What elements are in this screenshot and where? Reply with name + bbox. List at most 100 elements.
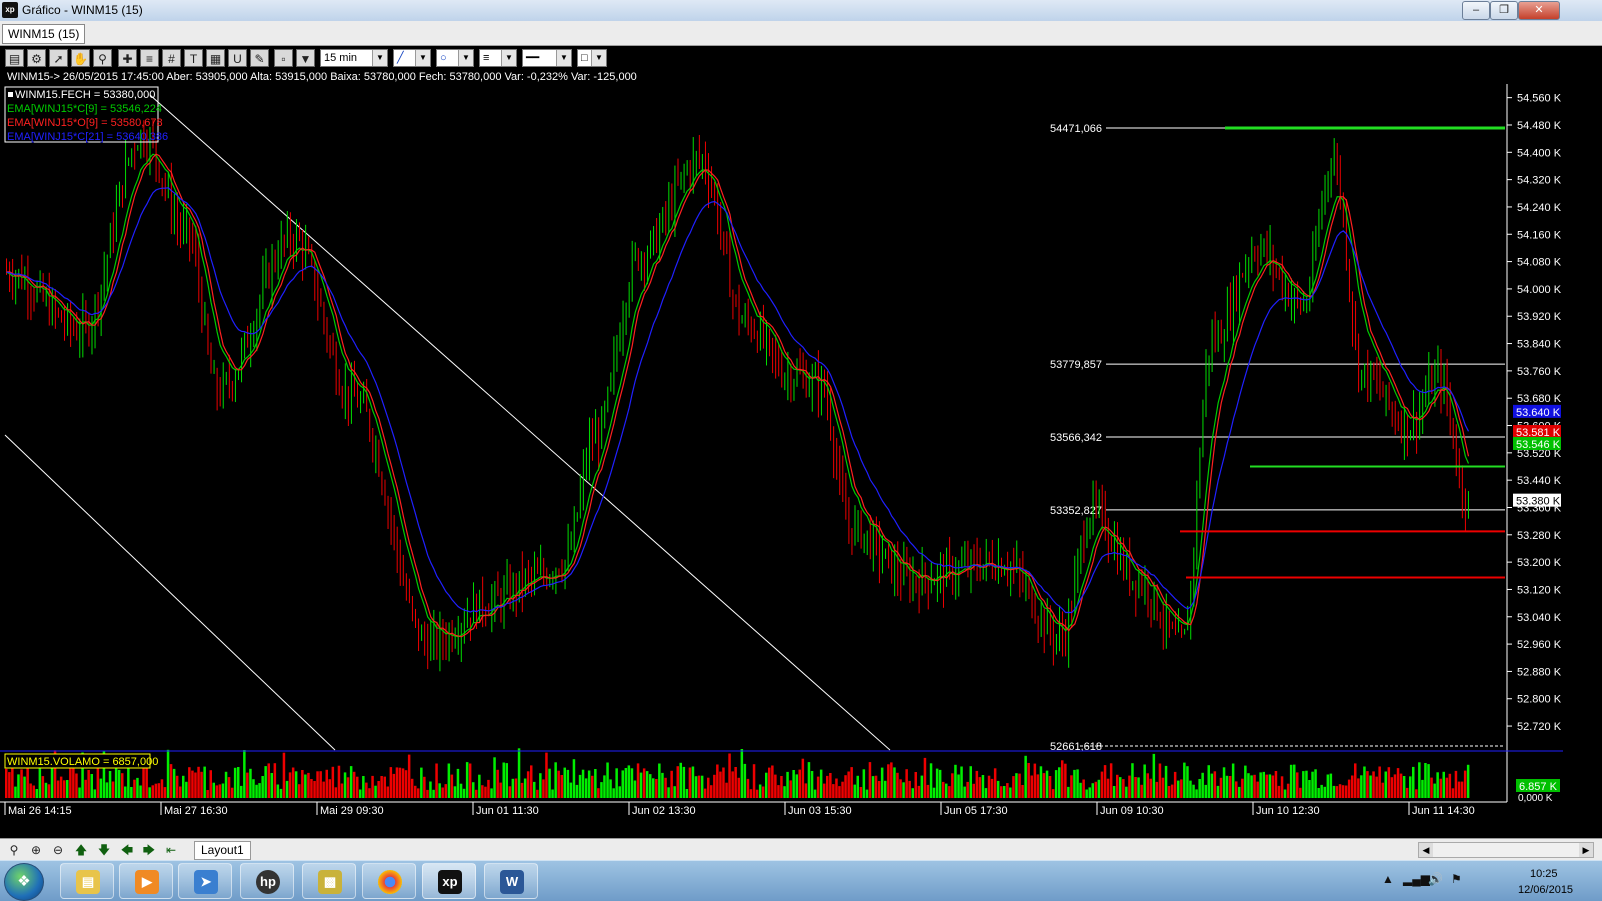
price-chart[interactable]: 54471,06653779,85753566,34253352,8275266… <box>0 0 1602 838</box>
volume-bar <box>114 765 118 798</box>
taskbar-app[interactable]: ▩ <box>302 863 356 899</box>
volume-bar <box>374 785 377 798</box>
arrow-left-icon[interactable]: 🡄 <box>118 842 136 858</box>
volume-bar <box>63 780 66 798</box>
volume-bar <box>597 788 600 798</box>
volume-bar <box>35 789 38 798</box>
scroll-left-icon[interactable]: ◀ <box>1419 843 1433 857</box>
volume-bar <box>569 782 573 798</box>
volume-bar <box>185 781 188 798</box>
taskbar-word[interactable]: W <box>484 863 538 899</box>
zoom-in-icon[interactable]: ⊕ <box>27 842 45 858</box>
tray-expand-icon[interactable]: ▲ <box>1382 872 1394 886</box>
volume-bar <box>1381 782 1384 798</box>
volume-bar <box>902 782 905 798</box>
volume-bar <box>1210 773 1214 798</box>
volume-bar <box>17 774 20 798</box>
volume-bar <box>783 786 786 798</box>
volume-bar <box>1360 775 1363 798</box>
volume-legend: WINM15.VOLAMO = 6857,000 <box>4 753 158 769</box>
arrow-up-icon[interactable]: 🡅 <box>72 842 90 858</box>
signal-icon[interactable]: ▂▄▆ <box>1403 872 1430 886</box>
price-tick-label: 53.680 K <box>1517 393 1562 405</box>
volume-badge: 6.857 K <box>1516 779 1560 793</box>
volume-bar <box>240 785 243 798</box>
volume-bar <box>1177 780 1180 798</box>
volume-bar <box>707 777 710 798</box>
price-badge-label: 53.640 K <box>1516 407 1561 419</box>
volume-bar <box>1314 769 1317 798</box>
taskbar-xp[interactable]: xp <box>422 863 476 899</box>
time-tick-label: Jun 01 11:30 <box>476 805 539 817</box>
zoom-out-icon[interactable]: ⊖ <box>49 842 67 858</box>
volume-bar <box>1140 784 1143 798</box>
scroll-right-icon[interactable]: ▶ <box>1579 843 1593 857</box>
volume-bar <box>728 753 731 798</box>
taskbar-explorer[interactable]: ▤ <box>60 863 114 899</box>
volume-bar <box>1326 774 1330 798</box>
volume-bar <box>621 770 624 798</box>
time-tick-label: Jun 03 15:30 <box>788 805 852 817</box>
volume-bar <box>1439 778 1442 798</box>
volume-bar <box>661 772 664 798</box>
arrow-down-icon[interactable]: 🡇 <box>95 842 113 858</box>
volume-bar <box>93 789 96 798</box>
volume-bar <box>981 775 985 798</box>
price-tick-label: 54.000 K <box>1517 284 1562 296</box>
volume-bar <box>655 779 658 798</box>
arrow-right-icon[interactable]: 🡆 <box>140 842 158 858</box>
volume-bar <box>1146 773 1149 798</box>
volume-bar <box>331 766 335 798</box>
volume-bar <box>703 788 707 798</box>
volume-bar <box>1088 787 1091 798</box>
volume-bar <box>417 788 420 798</box>
volume-bar <box>1256 781 1259 798</box>
volume-icon[interactable]: 🔊 <box>1428 872 1443 886</box>
volume-bar <box>865 789 869 798</box>
volume-bar <box>887 764 890 798</box>
volume-bar <box>1192 784 1195 798</box>
volume-bar <box>847 771 850 798</box>
volume-bar <box>285 780 289 798</box>
volume-bar <box>462 788 466 798</box>
volume-bar <box>456 768 460 798</box>
volume-bar <box>1070 775 1073 798</box>
start-button[interactable]: ❖ <box>4 863 44 901</box>
volume-bar <box>1012 776 1015 798</box>
volume-bar <box>801 758 805 798</box>
volume-bar <box>1344 785 1348 798</box>
volume-bar <box>499 782 502 798</box>
volume-bar <box>804 783 808 798</box>
volume-bar <box>398 767 402 798</box>
volume-bar <box>786 771 789 798</box>
volume-bar <box>1207 765 1210 798</box>
volume-bar <box>282 752 286 798</box>
price-tick-label: 53.440 K <box>1517 475 1562 487</box>
taskbar-hp[interactable]: hp <box>240 863 294 899</box>
volume-bar <box>475 789 478 798</box>
volume-bar <box>343 772 347 798</box>
volume-bar <box>832 784 835 798</box>
zoom-fit-icon[interactable]: ⚲ <box>5 842 23 858</box>
volume-bar <box>23 776 26 798</box>
volume-bar <box>310 779 313 798</box>
volume-bar <box>78 787 81 798</box>
arrow-end-icon[interactable]: ⇤ <box>162 842 180 858</box>
volume-bar <box>1460 781 1464 798</box>
taskbar-chrome[interactable] <box>362 863 416 899</box>
volume-bar <box>1378 766 1381 798</box>
horizontal-scrollbar[interactable]: ◀ ▶ <box>1418 842 1594 858</box>
volume-bar <box>1198 779 1201 798</box>
taskbar-media[interactable]: ▶ <box>119 863 173 899</box>
volume-bar <box>444 784 447 798</box>
volume-bar <box>1213 771 1217 798</box>
layout-tab[interactable]: Layout1 <box>194 841 251 860</box>
volume-bar <box>1015 773 1018 798</box>
volume-bar <box>511 778 515 798</box>
volume-bar <box>795 774 798 798</box>
volume-bar <box>307 772 310 798</box>
taskbar-network[interactable]: ➤ <box>178 863 232 899</box>
flag-icon[interactable]: ⚑ <box>1451 872 1462 886</box>
volume-bar <box>298 784 301 798</box>
volume-bar <box>1134 777 1137 798</box>
